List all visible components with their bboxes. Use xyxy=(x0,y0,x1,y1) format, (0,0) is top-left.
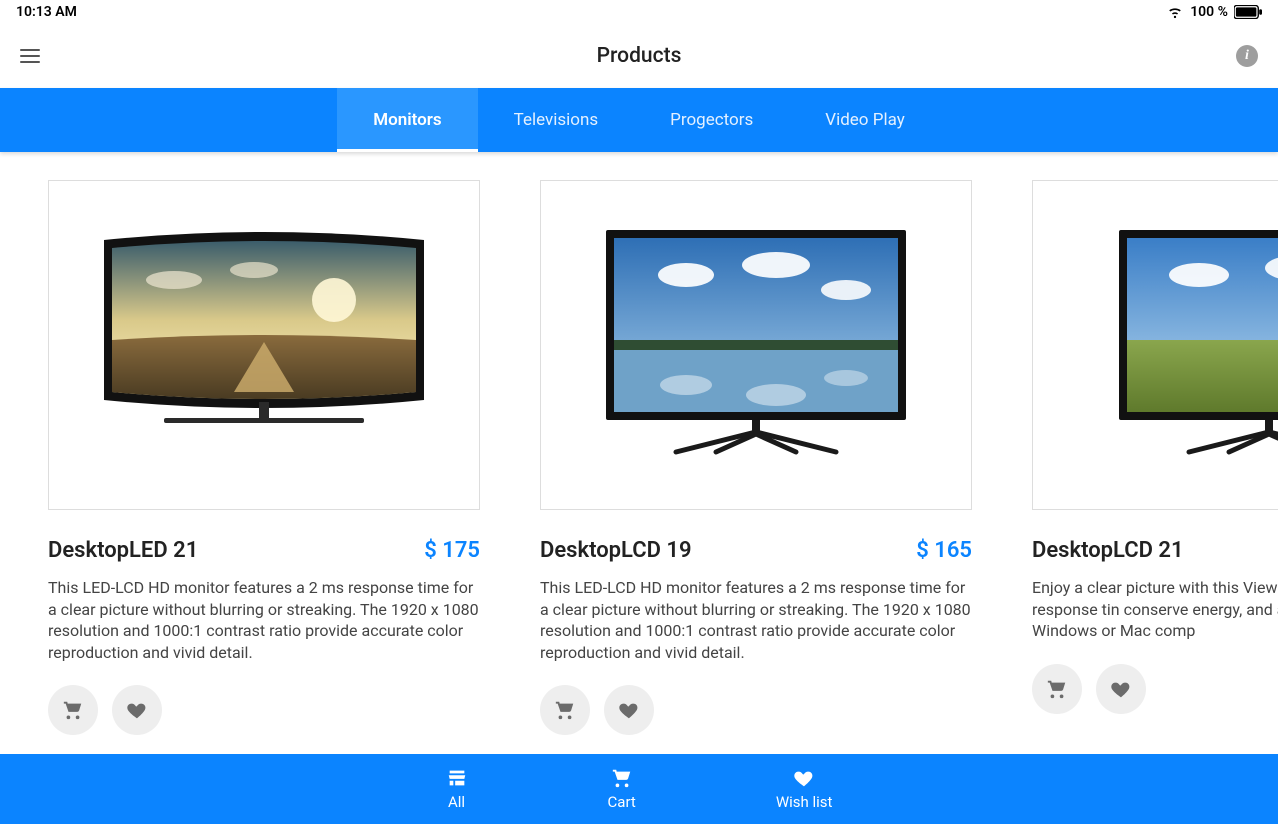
product-price: $ 165 xyxy=(916,538,972,563)
nav-label: Wish list xyxy=(776,793,833,811)
product-card[interactable]: DesktopLCD 21 Enjoy a clear picture with… xyxy=(1032,180,1278,735)
product-card[interactable]: DesktopLED 21 $ 175 This LED-LCD HD moni… xyxy=(48,180,480,735)
add-to-wishlist-button[interactable] xyxy=(1096,664,1146,714)
heart-icon xyxy=(126,699,148,721)
tab-label: Televisions xyxy=(514,110,599,130)
bottom-nav: All Cart Wish list xyxy=(0,754,1278,824)
product-list[interactable]: DesktopLED 21 $ 175 This LED-LCD HD moni… xyxy=(0,152,1278,735)
product-image xyxy=(1032,180,1278,510)
status-battery-text: 100 % xyxy=(1190,4,1228,20)
product-name: DesktopLED 21 xyxy=(48,538,198,563)
product-name: DesktopLCD 19 xyxy=(540,538,692,563)
heart-icon xyxy=(1110,678,1132,700)
cart-icon xyxy=(611,767,633,789)
product-card[interactable]: DesktopLCD 19 $ 165 This LED-LCD HD moni… xyxy=(540,180,972,735)
tab-label: Video Play xyxy=(825,110,905,130)
add-to-wishlist-button[interactable] xyxy=(604,685,654,735)
status-time: 10:13 AM xyxy=(16,4,77,20)
product-description: This LED-LCD HD monitor features a 2 ms … xyxy=(48,577,480,663)
heart-icon xyxy=(793,767,815,789)
product-image xyxy=(48,180,480,510)
add-to-cart-button[interactable] xyxy=(1032,664,1082,714)
tab-televisions[interactable]: Televisions xyxy=(478,88,635,152)
nav-cart[interactable]: Cart xyxy=(608,767,636,811)
store-icon xyxy=(446,767,468,789)
product-name: DesktopLCD 21 xyxy=(1032,538,1184,563)
product-price: $ 175 xyxy=(424,538,480,563)
product-description: This LED-LCD HD monitor features a 2 ms … xyxy=(540,577,972,663)
app-bar: Products i xyxy=(0,24,1278,88)
menu-icon[interactable] xyxy=(20,44,44,68)
tab-monitors[interactable]: Monitors xyxy=(337,88,477,152)
product-image xyxy=(540,180,972,510)
wifi-icon xyxy=(1166,5,1184,19)
tab-video-play[interactable]: Video Play xyxy=(789,88,941,152)
product-description: Enjoy a clear picture with this View whi… xyxy=(1032,577,1278,642)
status-right: 100 % xyxy=(1166,4,1262,20)
tab-progectors[interactable]: Progectors xyxy=(634,88,789,152)
battery-icon xyxy=(1234,5,1262,19)
cart-icon xyxy=(554,699,576,721)
nav-label: Cart xyxy=(608,793,636,811)
category-tabs: Monitors Televisions Progectors Video Pl… xyxy=(0,88,1278,152)
page-title: Products xyxy=(597,44,682,68)
add-to-wishlist-button[interactable] xyxy=(112,685,162,735)
nav-label: All xyxy=(448,793,465,811)
add-to-cart-button[interactable] xyxy=(48,685,98,735)
tab-label: Progectors xyxy=(670,110,753,130)
nav-all[interactable]: All xyxy=(446,767,468,811)
heart-icon xyxy=(618,699,640,721)
info-icon[interactable]: i xyxy=(1236,45,1258,67)
tab-label: Monitors xyxy=(373,110,441,130)
nav-wishlist[interactable]: Wish list xyxy=(776,767,833,811)
add-to-cart-button[interactable] xyxy=(540,685,590,735)
cart-icon xyxy=(62,699,84,721)
cart-icon xyxy=(1046,678,1068,700)
status-bar: 10:13 AM 100 % xyxy=(0,0,1278,24)
